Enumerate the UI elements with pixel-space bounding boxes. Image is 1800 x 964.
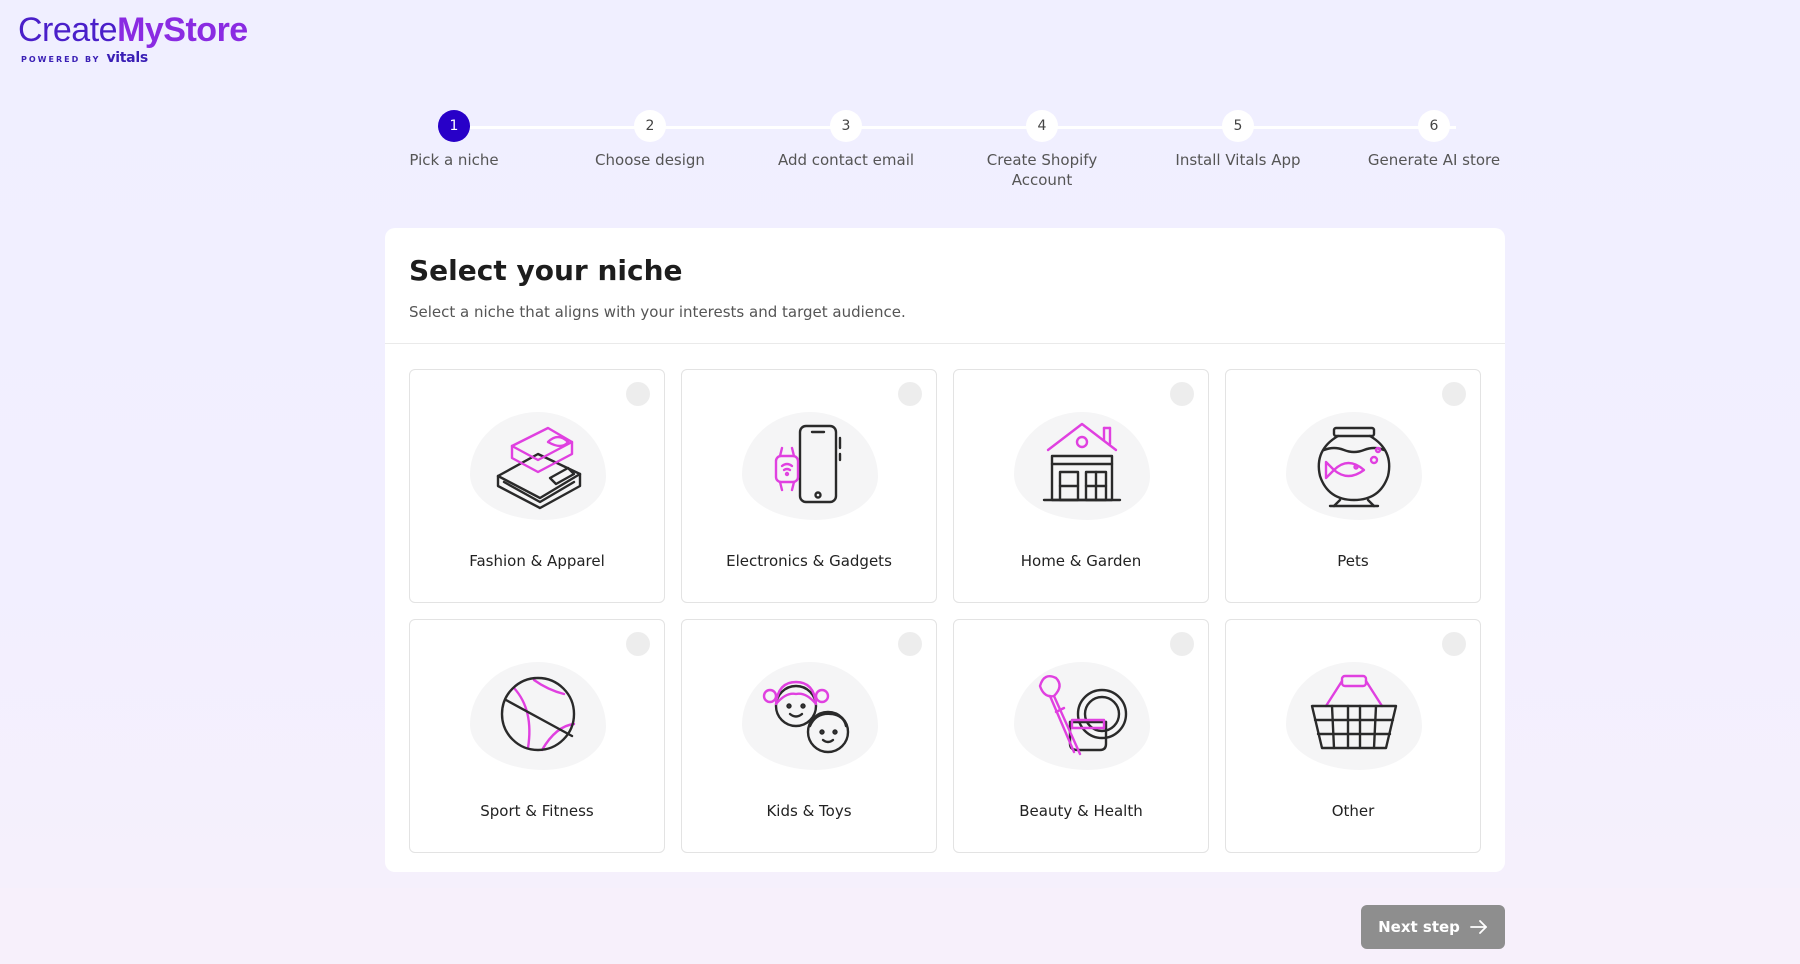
niche-option-sport-fitness[interactable]: Sport & Fitness xyxy=(409,619,665,853)
kids-icon xyxy=(762,680,850,754)
niche-option-other[interactable]: Other xyxy=(1225,619,1481,853)
niche-label: Other xyxy=(1331,802,1375,820)
niche-card: Select your niche Select a niche that al… xyxy=(385,228,1505,872)
radio-button[interactable] xyxy=(1442,382,1466,406)
step-label: Add contact email xyxy=(777,151,915,169)
niche-option-home-garden[interactable]: Home & Garden xyxy=(953,369,1209,603)
step-2: 2 Choose design xyxy=(570,110,730,170)
step-label: Create Shopify Account xyxy=(986,151,1098,189)
step-number: 1 xyxy=(438,110,470,142)
step-4: 4 Create Shopify Account xyxy=(977,110,1107,190)
niche-label: Beauty & Health xyxy=(1019,802,1143,820)
niche-label: Kids & Toys xyxy=(766,802,852,820)
step-6: 6 Generate AI store xyxy=(1354,110,1514,170)
step-label: Generate AI store xyxy=(1367,151,1501,169)
step-1: 1 Pick a niche xyxy=(374,110,534,170)
niche-label: Pets xyxy=(1337,552,1369,570)
next-step-label: Next step xyxy=(1378,918,1460,936)
niche-label: Fashion & Apparel xyxy=(469,552,605,570)
step-3: 3 Add contact email xyxy=(766,110,926,170)
niche-option-pets[interactable]: Pets xyxy=(1225,369,1481,603)
brand-powered-by: POWERED BY vitals xyxy=(21,50,148,66)
niche-label: Electronics & Gadgets xyxy=(726,552,892,570)
niche-option-electronics[interactable]: Electronics & Gadgets xyxy=(681,369,937,603)
cosmetics-icon xyxy=(1038,675,1128,756)
step-number: 5 xyxy=(1222,110,1254,142)
niche-option-kids-toys[interactable]: Kids & Toys xyxy=(681,619,937,853)
radio-button[interactable] xyxy=(1442,632,1466,656)
basketball-icon xyxy=(500,676,576,752)
radio-button[interactable] xyxy=(626,382,650,406)
radio-button[interactable] xyxy=(898,632,922,656)
step-5: 5 Install Vitals App xyxy=(1158,110,1318,170)
step-number: 4 xyxy=(1026,110,1058,142)
arrow-right-icon xyxy=(1470,920,1487,934)
niche-option-beauty-health[interactable]: Beauty & Health xyxy=(953,619,1209,853)
niche-option-fashion[interactable]: Fashion & Apparel xyxy=(409,369,665,603)
brand-name: CreateMyStore xyxy=(18,11,248,49)
step-number: 2 xyxy=(634,110,666,142)
next-step-button[interactable]: Next step xyxy=(1361,905,1505,949)
radio-button[interactable] xyxy=(1170,632,1194,656)
step-label: Pick a niche xyxy=(409,151,499,169)
fishbowl-icon xyxy=(1317,426,1391,508)
wallet-icon xyxy=(496,426,582,510)
brand-logo[interactable]: CreateMyStore POWERED BY vitals xyxy=(18,12,248,66)
phone-watch-icon xyxy=(774,424,842,504)
footer-bar xyxy=(0,888,1800,964)
card-header: Select your niche Select a niche that al… xyxy=(385,228,1505,344)
step-number: 3 xyxy=(830,110,862,142)
basket-icon xyxy=(1310,674,1398,750)
progress-stepper: 1 Pick a niche 2 Choose design 3 Add con… xyxy=(390,110,1520,200)
radio-button[interactable] xyxy=(898,382,922,406)
radio-button[interactable] xyxy=(1170,382,1194,406)
niche-label: Home & Garden xyxy=(1020,552,1142,570)
house-icon xyxy=(1042,422,1122,502)
radio-button[interactable] xyxy=(626,632,650,656)
page-subtitle: Select a niche that aligns with your int… xyxy=(409,303,906,321)
niche-label: Sport & Fitness xyxy=(480,802,594,820)
page-title: Select your niche xyxy=(409,254,683,287)
step-number: 6 xyxy=(1418,110,1450,142)
step-label: Choose design xyxy=(595,151,705,169)
step-label: Install Vitals App xyxy=(1175,151,1301,169)
